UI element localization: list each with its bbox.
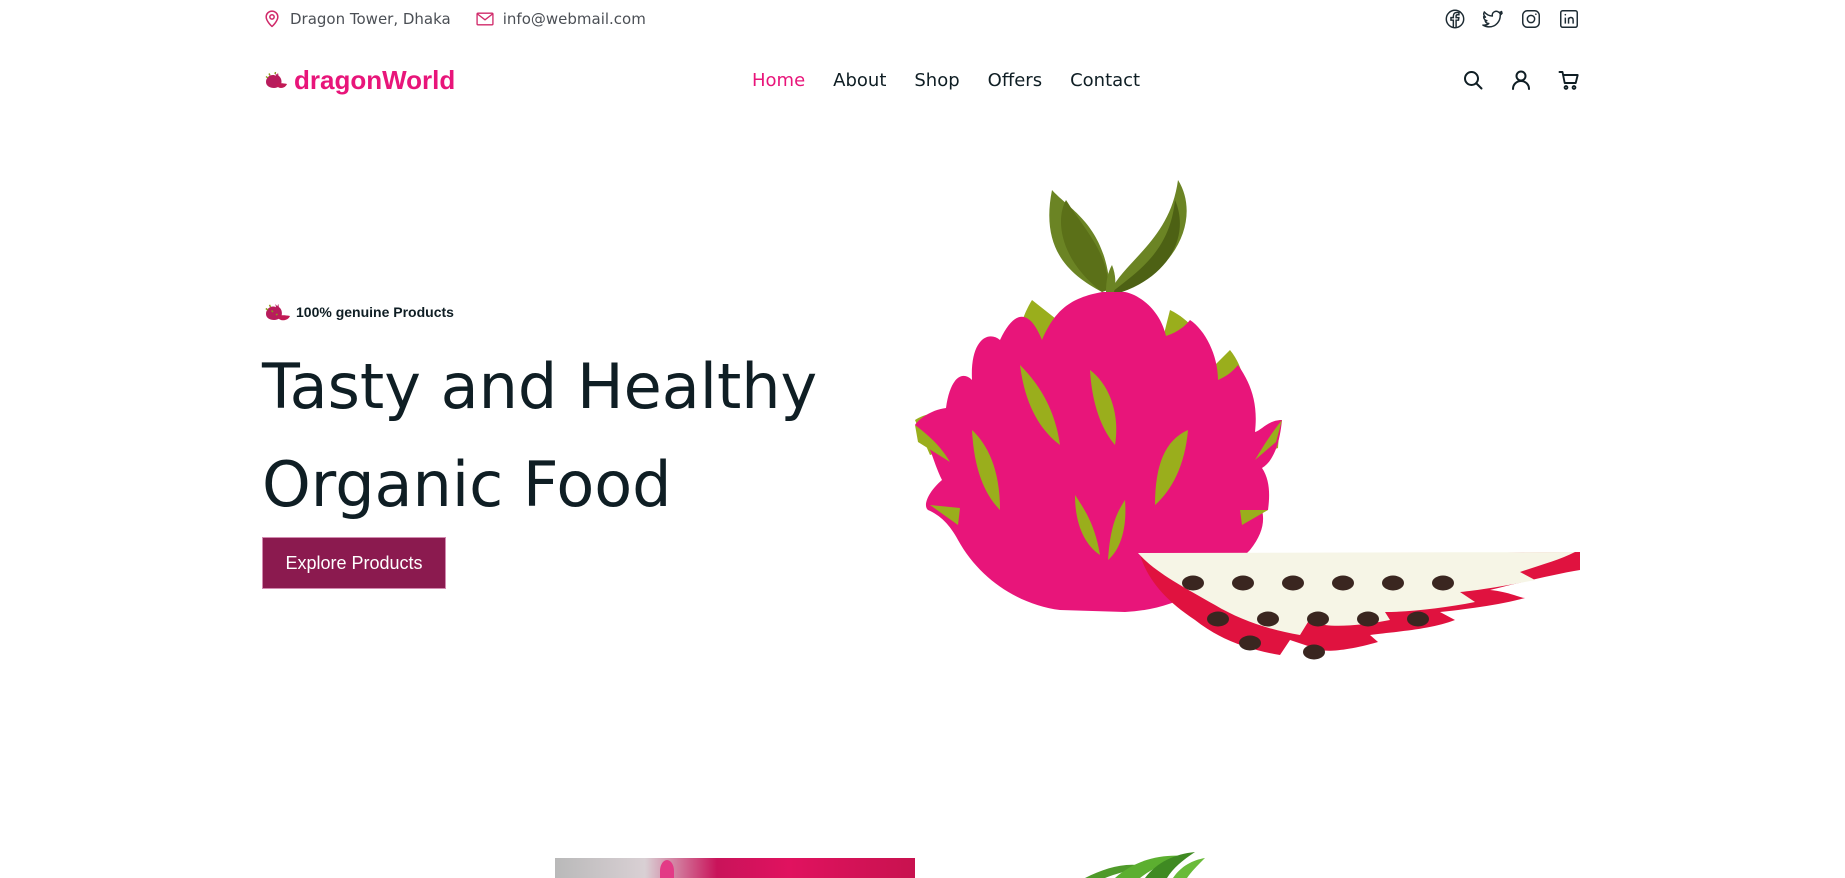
email-item[interactable]: info@webmail.com <box>475 9 646 29</box>
nav-item-offers[interactable]: Offers <box>988 70 1042 91</box>
twitter-icon[interactable] <box>1480 6 1506 32</box>
nav-actions <box>1460 67 1582 93</box>
hero-title: Tasty and Healthy Organic Food <box>262 350 818 521</box>
linkedin-icon[interactable] <box>1556 6 1582 32</box>
nav-item-about[interactable]: About <box>833 70 886 91</box>
dragon-fruit-badge-icon <box>262 300 292 324</box>
nav-item-contact[interactable]: Contact <box>1070 70 1140 91</box>
map-pin-icon <box>262 9 282 29</box>
address-text: Dragon Tower, Dhaka <box>290 10 451 28</box>
tagline-text: 100% genuine Products <box>296 304 454 320</box>
user-icon[interactable] <box>1508 67 1534 93</box>
nav-item-shop[interactable]: Shop <box>914 70 959 91</box>
product-photo-preview[interactable] <box>555 858 915 878</box>
main-navbar: dragonWorld Home About Shop Offers Conta… <box>262 58 1582 102</box>
instagram-icon[interactable] <box>1518 6 1544 32</box>
fruit-leaves <box>1049 180 1187 292</box>
flower-bud-shape <box>660 860 674 878</box>
leaf-image-preview[interactable] <box>1085 852 1215 878</box>
top-bar: Dragon Tower, Dhaka info@webmail.com <box>262 6 1582 32</box>
fruit-slice <box>1138 552 1580 660</box>
explore-products-button[interactable]: Explore Products <box>262 537 446 589</box>
primary-nav: Home About Shop Offers Contact <box>752 70 1140 91</box>
search-icon[interactable] <box>1460 67 1486 93</box>
brand-logo[interactable]: dragonWorld <box>262 65 562 96</box>
cart-icon[interactable] <box>1556 67 1582 93</box>
hero-tagline: 100% genuine Products <box>262 300 862 324</box>
dragon-fruit-logo-icon <box>262 69 288 91</box>
social-links <box>1442 6 1582 32</box>
brand-name: dragonWorld <box>294 64 456 95</box>
nav-item-home[interactable]: Home <box>752 70 805 91</box>
facebook-icon[interactable] <box>1442 6 1468 32</box>
mail-icon <box>475 9 495 29</box>
email-text[interactable]: info@webmail.com <box>503 10 646 28</box>
hero-content: 100% genuine Products Tasty and Healthy … <box>262 300 862 534</box>
contact-info: Dragon Tower, Dhaka info@webmail.com <box>262 9 646 29</box>
address-item: Dragon Tower, Dhaka <box>262 9 451 29</box>
dragon-fruit-illustration <box>870 180 1580 700</box>
